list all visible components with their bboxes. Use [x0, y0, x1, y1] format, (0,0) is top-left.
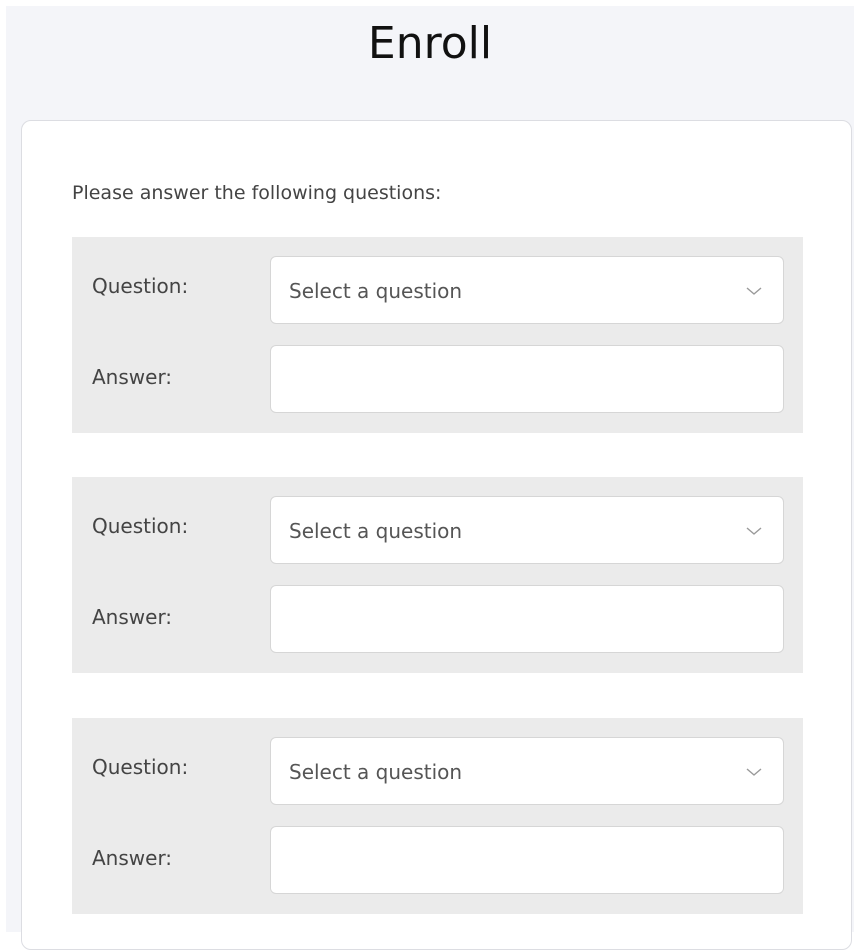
question-select-value: Select a question — [289, 760, 463, 784]
question-select-3[interactable]: Select a question — [270, 737, 784, 805]
security-question-block-2: Question: Select a question Answer: — [72, 477, 803, 673]
chevron-down-icon — [746, 287, 762, 295]
security-question-block-3: Question: Select a question Answer: — [72, 718, 803, 914]
question-select-value: Select a question — [289, 519, 463, 543]
chevron-down-icon — [746, 768, 762, 776]
answer-input-3[interactable] — [270, 826, 784, 894]
question-label: Question: — [92, 755, 189, 779]
form-instructions: Please answer the following questions: — [72, 182, 442, 204]
question-select-2[interactable]: Select a question — [270, 496, 784, 564]
question-label: Question: — [92, 274, 189, 298]
chevron-down-icon — [746, 527, 762, 535]
page-title: Enroll — [367, 18, 493, 69]
question-label: Question: — [92, 514, 189, 538]
answer-input-2[interactable] — [270, 585, 784, 653]
security-question-block-1: Question: Select a question Answer: — [72, 237, 803, 433]
answer-label: Answer: — [92, 846, 173, 870]
answer-label: Answer: — [92, 605, 173, 629]
question-select-1[interactable]: Select a question — [270, 256, 784, 324]
question-select-value: Select a question — [289, 279, 463, 303]
answer-label: Answer: — [92, 365, 173, 389]
answer-input-1[interactable] — [270, 345, 784, 413]
